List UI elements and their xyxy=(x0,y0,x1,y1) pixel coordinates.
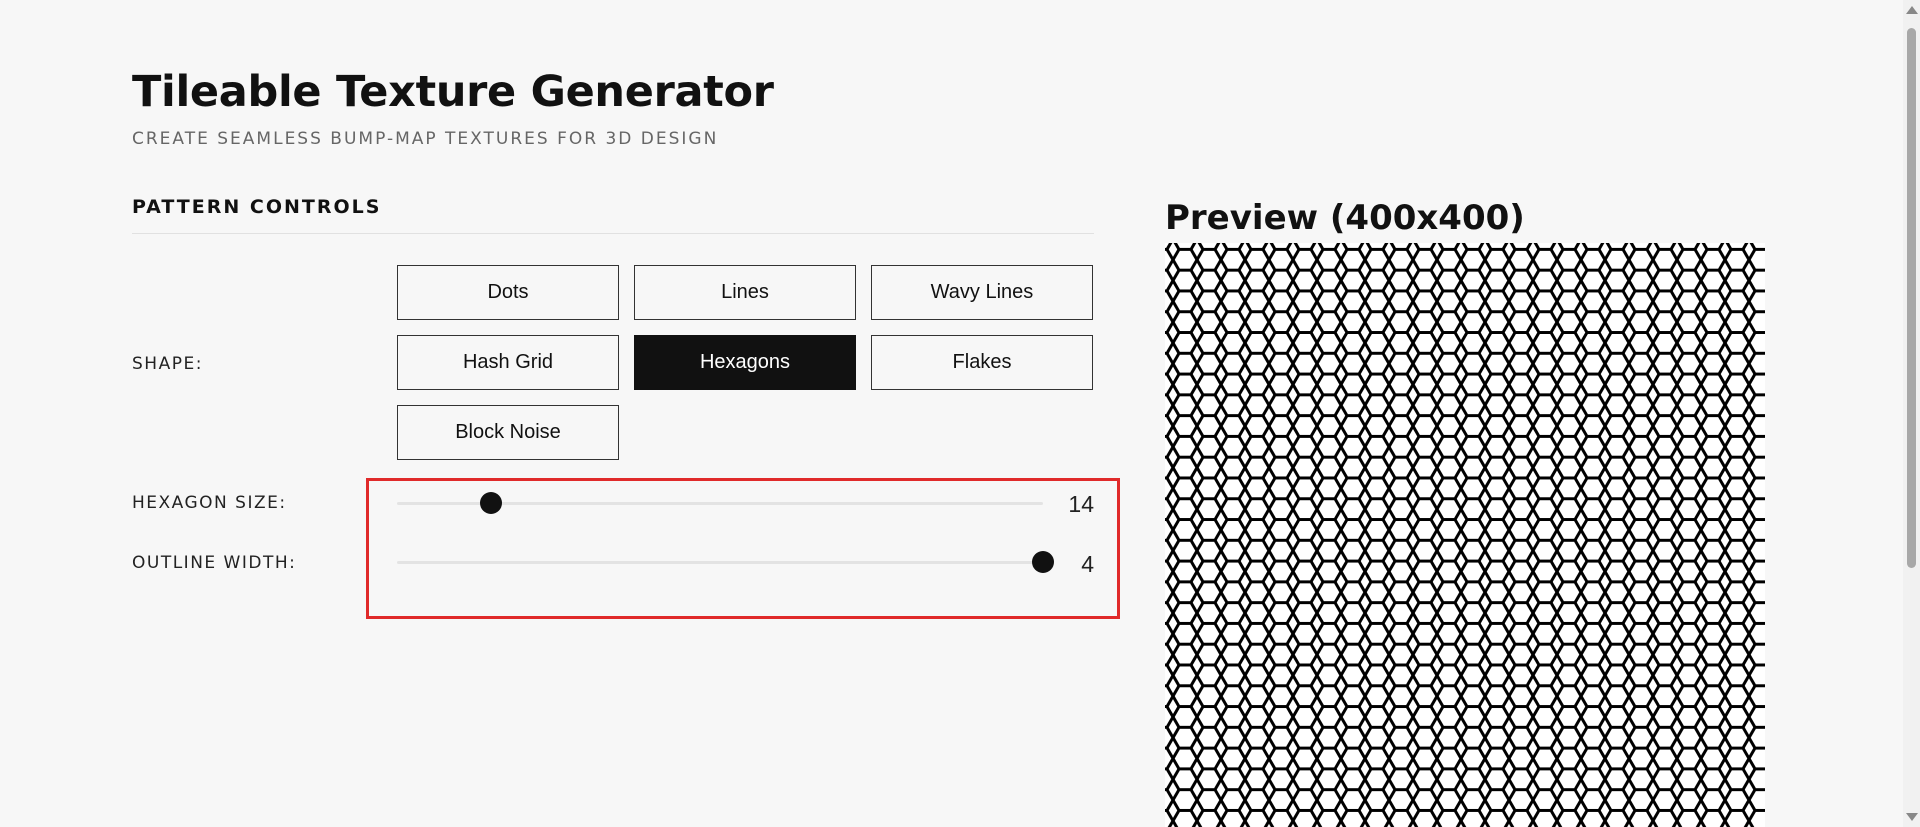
scroll-up-icon[interactable] xyxy=(1906,6,1918,14)
page-title: Tileable Texture Generator xyxy=(132,67,774,117)
shape-button-hash-grid[interactable]: Hash Grid xyxy=(397,335,619,390)
texture-generator-page: Tileable Texture Generator CREATE SEAMLE… xyxy=(0,0,1920,827)
scroll-down-icon[interactable] xyxy=(1906,813,1918,821)
shape-button-group: Dots Lines Wavy Lines Hash Grid Hexagons… xyxy=(397,265,1093,460)
scrollbar-thumb[interactable] xyxy=(1907,28,1916,568)
shape-button-block-noise[interactable]: Block Noise xyxy=(397,405,619,460)
outline-width-slider[interactable] xyxy=(397,550,1054,574)
shape-button-flakes[interactable]: Flakes xyxy=(871,335,1093,390)
hexagon-size-slider[interactable] xyxy=(397,491,1043,515)
shape-button-lines[interactable]: Lines xyxy=(634,265,856,320)
slider-thumb[interactable] xyxy=(479,492,502,514)
shape-button-hexagons[interactable]: Hexagons xyxy=(634,335,856,390)
page-scrollbar[interactable] xyxy=(1903,0,1920,827)
slider-track xyxy=(397,561,1043,564)
page-subtitle: CREATE SEAMLESS BUMP-MAP TEXTURES FOR 3D… xyxy=(132,129,719,149)
outline-width-label: OUTLINE WIDTH: xyxy=(132,553,297,573)
shape-label: SHAPE: xyxy=(132,354,203,374)
shape-button-dots[interactable]: Dots xyxy=(397,265,619,320)
hexagon-size-value: 14 xyxy=(1068,491,1094,517)
pattern-controls-heading: PATTERN CONTROLS xyxy=(132,196,382,218)
hexagon-size-label: HEXAGON SIZE: xyxy=(132,493,287,513)
outline-width-value: 4 xyxy=(1081,551,1094,577)
preview-title: Preview (400x400) xyxy=(1165,198,1525,238)
shape-button-wavy-lines[interactable]: Wavy Lines xyxy=(871,265,1093,320)
texture-preview xyxy=(1165,243,1765,827)
slider-thumb[interactable] xyxy=(1032,551,1054,573)
hexagon-pattern-preview xyxy=(1165,243,1765,827)
controls-divider xyxy=(132,233,1094,234)
